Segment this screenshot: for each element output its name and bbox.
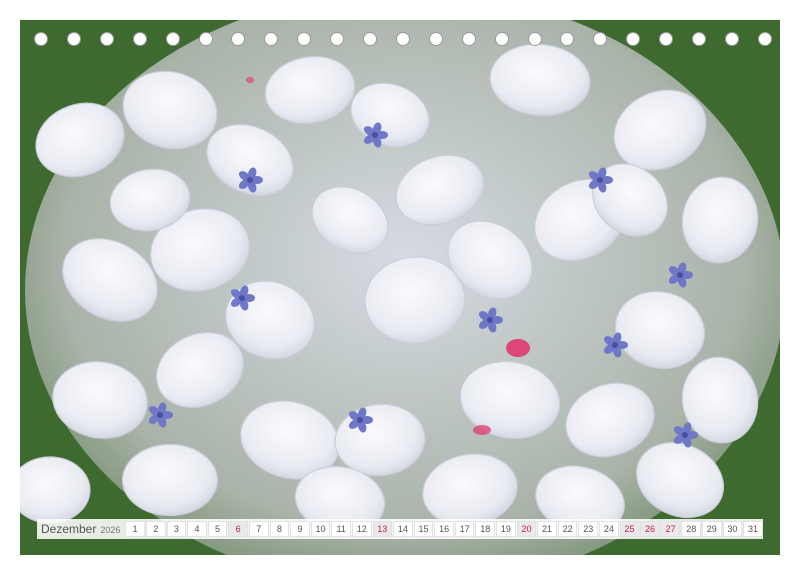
- day-cell: 30: [722, 521, 743, 537]
- binding-hole: [527, 32, 542, 46]
- day-cell: 21: [537, 521, 557, 537]
- hydrangea-photo: [20, 20, 780, 555]
- day-cell: 27: [660, 521, 681, 537]
- day-cell: 17: [454, 521, 475, 537]
- day-cell: 6: [228, 521, 248, 537]
- day-cell: 10: [310, 521, 331, 537]
- stamen-center: [239, 295, 245, 301]
- stamen-center: [487, 317, 493, 323]
- binding-hole: [428, 32, 443, 46]
- binding-hole: [165, 32, 180, 46]
- stamen-center: [357, 417, 363, 423]
- day-cell: 24: [599, 521, 619, 537]
- petal-cluster: [20, 43, 759, 535]
- day-cell: 29: [702, 521, 722, 537]
- binding-hole: [297, 32, 312, 46]
- day-cell: 7: [248, 521, 269, 537]
- day-cell: 11: [331, 521, 351, 537]
- binding-hole: [66, 32, 81, 46]
- day-cell: 26: [640, 521, 660, 537]
- day-cell: 1: [125, 521, 145, 537]
- stamen-center: [372, 132, 378, 138]
- day-cell: 19: [496, 521, 516, 537]
- binding-hole: [395, 32, 410, 46]
- stamen-center: [612, 342, 618, 348]
- binding-hole: [494, 32, 509, 46]
- stamen-center: [247, 177, 253, 183]
- binding-hole: [593, 32, 608, 46]
- calendar-page: Dezember 2026 1 2 3 4 5 6 7 8 9 10 11 12 13 14 15 16 17 18…: [20, 20, 780, 555]
- binding-hole: [692, 32, 706, 46]
- day-cell: 2: [145, 521, 166, 537]
- day-cell: 14: [393, 521, 413, 537]
- day-cell: 16: [434, 521, 454, 537]
- month-label: Dezember 2026: [41, 522, 121, 536]
- pink-spot: [506, 339, 530, 357]
- day-cell: 12: [351, 521, 372, 537]
- binding-hole: [132, 32, 147, 46]
- stamen-center: [157, 412, 163, 418]
- day-cell: 8: [269, 521, 290, 537]
- petal: [121, 443, 219, 517]
- day-cells: 1 2 3 4 5 6 7 8 9 10 11 12 13 14 15 16 17 18 19 20 21 22 23 24 2…: [124, 519, 763, 539]
- day-cell: 23: [578, 521, 599, 537]
- binding-hole: [330, 32, 345, 46]
- binding-hole: [560, 32, 575, 46]
- binding-hole: [659, 32, 674, 46]
- day-cell: 31: [743, 521, 763, 537]
- day-cell: 25: [619, 521, 640, 537]
- day-cell: 18: [475, 521, 496, 537]
- day-cell: 5: [207, 521, 228, 537]
- binding-hole: [757, 32, 772, 46]
- day-cell: 3: [166, 521, 187, 537]
- day-cell: 9: [290, 521, 310, 537]
- day-cell: 22: [557, 521, 578, 537]
- pink-spot: [246, 77, 254, 83]
- binding-hole: [363, 32, 377, 46]
- stamen-center: [597, 177, 603, 183]
- binding-hole: [724, 32, 739, 46]
- stamen-center: [677, 272, 683, 278]
- binding-hole: [34, 32, 48, 46]
- day-cell: 28: [681, 521, 702, 537]
- calendar-strip: Dezember 2026 1 2 3 4 5 6 7 8 9 10 11 12 13 14 15 16 17 18…: [37, 519, 763, 539]
- binding-hole: [198, 32, 213, 46]
- binding-hole: [231, 32, 246, 46]
- day-cell: 15: [413, 521, 434, 537]
- binding-hole: [99, 32, 114, 46]
- stamen-center: [682, 432, 688, 438]
- spiral-binding: [20, 32, 780, 52]
- year-label: 2026: [100, 525, 121, 535]
- pink-spot: [473, 425, 491, 435]
- day-cell: 4: [187, 521, 207, 537]
- binding-hole: [626, 32, 641, 46]
- binding-hole: [461, 32, 476, 46]
- binding-hole: [264, 32, 279, 46]
- day-cell: 13: [372, 521, 393, 537]
- day-cell: 20: [516, 521, 537, 537]
